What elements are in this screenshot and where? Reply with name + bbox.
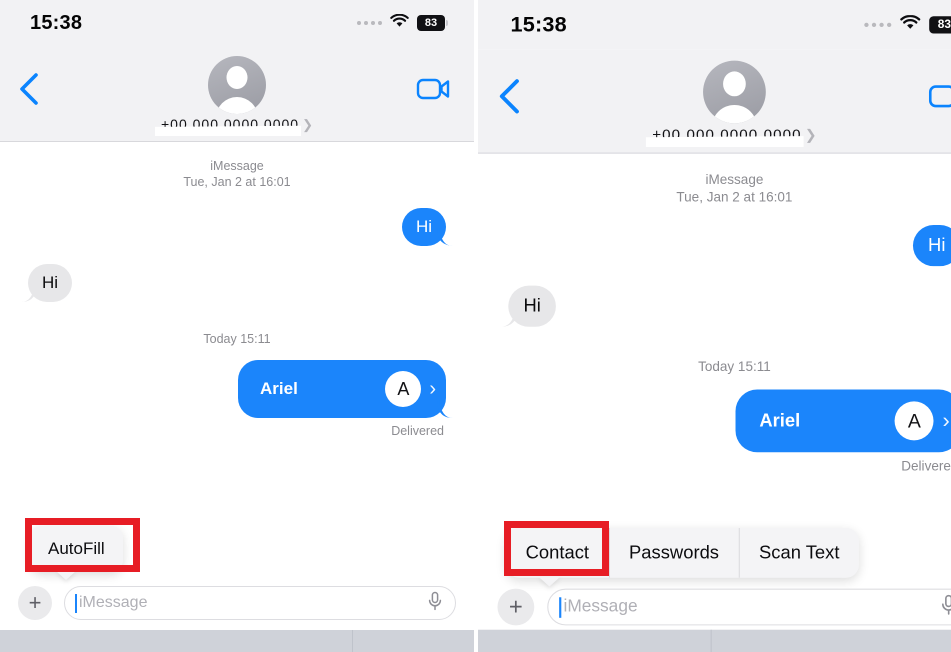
chevron-right-icon: ❯: [804, 126, 817, 143]
message-thread: iMessage Tue, Jan 2 at 16:01 Hi Hi Today…: [0, 158, 474, 438]
message-input-placeholder: iMessage: [79, 594, 148, 611]
battery-icon: 83: [417, 15, 448, 31]
thread-service-meta: iMessage Tue, Jan 2 at 16:01: [16, 158, 458, 190]
keyboard-strip: [478, 629, 951, 652]
contact-card-right: A ›: [385, 371, 436, 407]
back-chevron-icon[interactable]: [16, 72, 44, 106]
contact-card-bubble[interactable]: Ariel A ›: [735, 389, 951, 453]
message-row: Hi: [495, 285, 951, 327]
suggestion-autofill[interactable]: AutoFill: [30, 526, 123, 572]
chevron-right-icon: ❯: [302, 116, 313, 132]
message-row: Hi: [16, 264, 458, 302]
contact-card-initial: A: [894, 401, 934, 441]
delivery-status: Delivered: [901, 458, 951, 474]
contact-header[interactable]: +00 000 0000 0000 ❯: [161, 116, 313, 132]
video-camera-icon[interactable]: [928, 82, 951, 110]
panel-left-before-tap: 15:38 83 +00 000 0000 0000 ❯ iMessage Tu…: [0, 0, 474, 652]
message-thread: iMessage Tue, Jan 2 at 16:01 Hi Hi Today…: [478, 170, 951, 474]
autofill-suggestion-popup: AutoFill: [30, 526, 123, 580]
status-bar: 15:38 83: [0, 0, 474, 46]
wifi-icon: [900, 14, 921, 36]
message-composer: + iMessage: [0, 586, 474, 620]
contact-card-initial: A: [385, 371, 422, 407]
status-indicators: 83: [864, 14, 951, 36]
autofill-suggestion-bar: Contact Passwords Scan Text: [506, 528, 859, 578]
microphone-icon[interactable]: [940, 593, 951, 620]
contact-card-bubble[interactable]: Ariel A ›: [238, 360, 446, 418]
message-input[interactable]: iMessage: [64, 586, 456, 620]
phone-screen-left: 15:38 83 +00 000 0000 0000 ❯ iMessage Tu…: [0, 0, 474, 652]
service-timestamp: Tue, Jan 2 at 16:01: [676, 189, 793, 205]
message-bubble-outgoing[interactable]: Hi: [401, 208, 446, 246]
service-label: iMessage: [705, 172, 764, 188]
chevron-right-icon: ›: [429, 378, 436, 400]
back-chevron-icon[interactable]: [495, 78, 525, 115]
contact-phone-number: +00 000 0000 0000: [652, 125, 802, 143]
nav-bar: +00 000 0000 0000 ❯: [478, 49, 951, 154]
text-caret: [559, 596, 562, 618]
autofill-suggestion-popup: Contact Passwords Scan Text: [506, 528, 859, 587]
message-input-placeholder: iMessage: [563, 597, 638, 616]
day-timestamp: Today 15:11: [698, 359, 771, 375]
nav-bar: +00 000 0000 0000 ❯: [0, 46, 474, 142]
text-caret: [75, 593, 77, 613]
message-row: Ariel A ›: [16, 360, 458, 418]
microphone-icon[interactable]: [427, 591, 443, 616]
wifi-icon: [390, 13, 409, 33]
service-timestamp: Tue, Jan 2 at 16:01: [183, 175, 291, 189]
status-clock: 15:38: [510, 12, 567, 37]
phone-screen-right: 15:38 83 +00 000 0000 0000 ❯ iMessage Tu…: [478, 0, 951, 652]
message-input[interactable]: iMessage: [547, 588, 951, 626]
plus-icon[interactable]: +: [497, 588, 535, 626]
panel-right-after-tap: 15:38 83 +00 000 0000 0000 ❯ iMessage Tu…: [478, 0, 951, 652]
message-row: Hi: [495, 225, 951, 267]
signal-dots-icon: [864, 22, 892, 28]
battery-level: 83: [417, 15, 445, 31]
battery-icon: 83: [929, 16, 951, 34]
message-row: Ariel A ›: [495, 389, 951, 453]
message-bubble-incoming[interactable]: Hi: [508, 285, 556, 327]
message-row: Hi: [16, 208, 458, 246]
thread-service-meta: iMessage Tue, Jan 2 at 16:01: [495, 171, 951, 206]
service-label: iMessage: [210, 159, 264, 173]
contact-card-name: Ariel: [260, 379, 298, 398]
status-bar: 15:38 83: [478, 0, 951, 50]
contact-card-right: A ›: [894, 401, 950, 441]
suggestion-contact[interactable]: Contact: [506, 528, 609, 578]
autofill-suggestion-bar: AutoFill: [30, 526, 123, 572]
battery-level: 83: [929, 16, 951, 34]
message-bubble-incoming[interactable]: Hi: [28, 264, 73, 302]
status-indicators: 83: [357, 13, 448, 33]
keyboard-strip: [0, 630, 474, 652]
message-bubble-outgoing[interactable]: Hi: [912, 225, 951, 267]
chevron-right-icon: ›: [942, 408, 950, 433]
screenshot-stage: 15:38 83 +00 000 0000 0000 ❯ iMessage Tu…: [0, 0, 951, 652]
contact-card-name: Ariel: [759, 410, 801, 431]
video-camera-icon[interactable]: [416, 76, 452, 102]
contact-header[interactable]: +00 000 0000 0000 ❯: [652, 126, 816, 143]
suggestion-scan-text[interactable]: Scan Text: [738, 528, 859, 578]
signal-dots-icon: [357, 21, 382, 25]
day-timestamp: Today 15:11: [203, 332, 271, 346]
suggestion-passwords[interactable]: Passwords: [608, 528, 739, 578]
plus-icon[interactable]: +: [18, 586, 52, 620]
popup-caret: [56, 571, 76, 580]
popup-caret: [538, 576, 561, 587]
contact-avatar-icon[interactable]: [703, 60, 766, 124]
status-clock: 15:38: [30, 11, 83, 34]
message-composer: + iMessage: [478, 588, 951, 626]
delivery-status: Delivered: [391, 424, 444, 438]
contact-avatar-icon[interactable]: [208, 56, 266, 114]
contact-phone-number: +00 000 0000 0000: [161, 116, 300, 132]
